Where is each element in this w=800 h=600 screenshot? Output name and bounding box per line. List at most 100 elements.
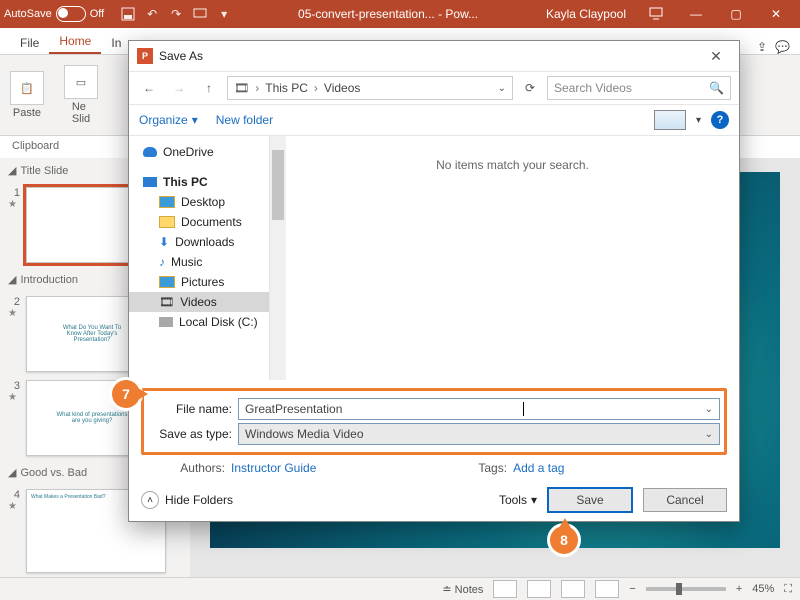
dialog-close-icon[interactable]: ✕ [701, 48, 731, 65]
breadcrumb-leaf[interactable]: Videos [324, 81, 360, 95]
folder-contents: No items match your search. [286, 136, 739, 380]
tree-documents[interactable]: Documents [129, 212, 269, 232]
chevron-down-icon: ▾ [192, 113, 198, 127]
redo-icon[interactable]: ↷ [168, 6, 184, 22]
zoom-level[interactable]: 45% [752, 583, 774, 595]
pictures-icon [159, 276, 175, 288]
empty-message: No items match your search. [436, 158, 589, 172]
paste-button[interactable]: 📋 Paste [10, 71, 44, 119]
tree-desktop[interactable]: Desktop [129, 192, 269, 212]
qat-more-icon[interactable]: ▾ [216, 6, 232, 22]
fit-window-icon[interactable]: ⛶ [784, 583, 792, 596]
new-slide-label: Ne Slid [72, 101, 90, 125]
search-icon: 🔍 [709, 81, 724, 95]
fields-highlight: File name: GreatPresentation⌄ Save as ty… [141, 388, 727, 455]
refresh-icon[interactable]: ⟳ [519, 77, 541, 99]
chevron-up-icon: ˄ [141, 491, 159, 509]
quick-access-toolbar: ↶ ↷ ▾ [112, 6, 240, 22]
new-slide-button[interactable]: ▭ Ne Slid [64, 65, 98, 125]
tree-onedrive[interactable]: OneDrive [129, 142, 269, 162]
view-mode-button[interactable] [654, 110, 686, 130]
folder-tree: OneDrive This PC Desktop Documents ⬇Down… [129, 136, 269, 380]
tree-videos[interactable]: 🎞Videos [129, 292, 269, 312]
nav-back-icon[interactable]: ← [137, 76, 161, 100]
maximize-icon[interactable]: ▢ [716, 0, 756, 28]
tree-music[interactable]: ♪Music [129, 252, 269, 272]
status-bar: ≐ Notes − + 45% ⛶ [0, 577, 800, 600]
tree-pictures[interactable]: Pictures [129, 272, 269, 292]
undo-icon[interactable]: ↶ [144, 6, 160, 22]
powerpoint-icon: P [137, 48, 153, 64]
videos-icon: 🎞 [159, 295, 174, 309]
autosave-label: AutoSave [4, 8, 52, 20]
hide-folders-button[interactable]: ˄Hide Folders [141, 491, 233, 509]
chevron-down-icon[interactable]: ⌄ [705, 429, 713, 440]
close-icon[interactable]: ✕ [756, 0, 796, 28]
authors-value[interactable]: Instructor Guide [231, 461, 316, 475]
cancel-button[interactable]: Cancel [643, 488, 727, 512]
save-icon[interactable] [120, 6, 136, 22]
notes-button[interactable]: ≐ Notes [442, 583, 483, 596]
address-bar[interactable]: 🎞 › This PC › Videos ⌄ [227, 76, 513, 100]
dialog-toolbar: Organize ▾ New folder ▾ ? [129, 105, 739, 136]
title-bar: AutoSave Off ↶ ↷ ▾ 05-convert-presentati… [0, 0, 800, 28]
pc-icon [143, 177, 157, 187]
start-slideshow-icon[interactable] [192, 6, 208, 22]
cloud-icon [143, 147, 157, 157]
chevron-down-icon[interactable]: ▾ [696, 115, 701, 126]
minimize-icon[interactable]: — [676, 0, 716, 28]
callout-badge-8: 8 [550, 526, 578, 554]
tab-home[interactable]: Home [49, 30, 101, 54]
tree-downloads[interactable]: ⬇Downloads [129, 232, 269, 252]
reading-view-icon[interactable] [561, 580, 585, 598]
slideshow-view-icon[interactable] [595, 580, 619, 598]
music-icon: ♪ [159, 255, 165, 269]
chevron-down-icon: ▾ [531, 493, 537, 507]
clipboard-group-label: Clipboard [12, 140, 59, 152]
ribbon-options-icon[interactable] [636, 0, 676, 28]
zoom-slider[interactable] [646, 587, 726, 591]
new-slide-icon: ▭ [64, 65, 98, 99]
authors-label: Authors: [141, 461, 225, 475]
autosave-toggle[interactable]: AutoSave Off [4, 6, 104, 22]
videos-folder-icon: 🎞 [234, 81, 249, 95]
comments-icon[interactable]: 💬 [775, 40, 790, 54]
download-icon: ⬇ [159, 235, 169, 249]
disk-icon [159, 317, 173, 327]
folder-icon [159, 216, 175, 228]
tab-insert[interactable]: In [101, 32, 131, 54]
help-icon[interactable]: ? [711, 111, 729, 129]
breadcrumb-root[interactable]: This PC [265, 81, 308, 95]
save-type-select[interactable]: Windows Media Video⌄ [238, 423, 720, 445]
tab-file[interactable]: File [10, 32, 49, 54]
search-input[interactable]: Search Videos 🔍 [547, 76, 731, 100]
file-name-label: File name: [148, 402, 232, 416]
tags-value[interactable]: Add a tag [513, 461, 564, 475]
tags-label: Tags: [478, 461, 507, 475]
nav-up-icon[interactable]: ↑ [197, 76, 221, 100]
tree-localdisk[interactable]: Local Disk (C:) [129, 312, 269, 332]
dialog-nav: ← → ↑ 🎞 › This PC › Videos ⌄ ⟳ Search Vi… [129, 72, 739, 105]
tree-scrollbar[interactable] [269, 136, 286, 380]
nav-forward-icon[interactable]: → [167, 76, 191, 100]
user-name[interactable]: Kayla Claypool [536, 7, 636, 21]
dialog-body: OneDrive This PC Desktop Documents ⬇Down… [129, 136, 739, 380]
file-name-input[interactable]: GreatPresentation⌄ [238, 398, 720, 420]
zoom-in-icon[interactable]: + [736, 583, 742, 595]
clipboard-icon: 📋 [10, 71, 44, 105]
tools-button[interactable]: Tools ▾ [499, 493, 537, 507]
normal-view-icon[interactable] [493, 580, 517, 598]
save-as-dialog: P Save As ✕ ← → ↑ 🎞 › This PC › Videos ⌄… [128, 40, 740, 522]
folder-icon [159, 196, 175, 208]
zoom-out-icon[interactable]: − [629, 583, 635, 595]
chevron-down-icon[interactable]: ⌄ [498, 83, 506, 94]
autosave-state: Off [90, 8, 104, 20]
chevron-down-icon[interactable]: ⌄ [705, 404, 713, 415]
save-button[interactable]: Save [547, 487, 633, 513]
share-icon[interactable]: ⇪ [757, 40, 767, 54]
sorter-view-icon[interactable] [527, 580, 551, 598]
new-folder-button[interactable]: New folder [216, 113, 273, 127]
document-title: 05-convert-presentation... - Pow... [240, 7, 536, 21]
tree-thispc[interactable]: This PC [129, 172, 269, 192]
organize-button[interactable]: Organize ▾ [139, 113, 198, 127]
